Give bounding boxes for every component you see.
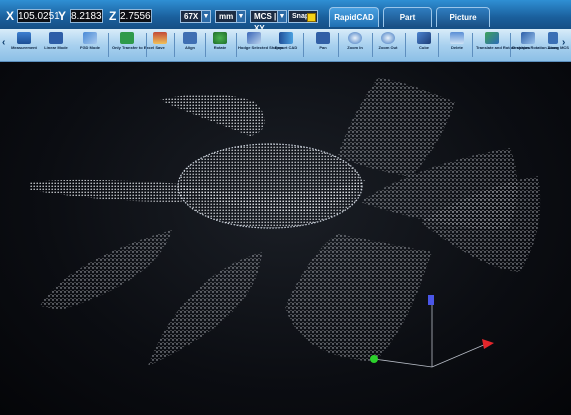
save-icon xyxy=(153,32,167,44)
shapes-icon xyxy=(247,32,261,44)
axis-x-line xyxy=(431,343,487,368)
export-cad-label: Export CAD xyxy=(274,45,298,50)
axis-y-line xyxy=(373,358,433,368)
z-coord-value[interactable]: 2.7556 xyxy=(119,9,152,23)
align-label: Align xyxy=(185,45,195,50)
graphics-rotation-icon xyxy=(521,32,535,44)
translate-rotate-shapes-label: Translate and Rotate shapes xyxy=(476,45,531,50)
ribbon-separator xyxy=(438,33,439,57)
cube-button[interactable]: Cube xyxy=(414,32,434,60)
y-coord-label: Y xyxy=(58,9,67,23)
ribbon-separator xyxy=(146,33,147,57)
pan-button[interactable]: Pan xyxy=(313,32,333,60)
fgd-mode-button[interactable]: FGD Mode xyxy=(77,32,103,60)
translate-rotate-shapes-button[interactable]: Translate and Rotate shapes xyxy=(476,32,531,60)
hodge-selected-shapes-label: Hodge Selected Shapes xyxy=(238,45,284,50)
x-coord-label: X xyxy=(6,9,15,23)
delete-label: Delete xyxy=(450,45,463,50)
measurement-button[interactable]: Measurement xyxy=(10,32,38,60)
rotate-icon xyxy=(213,32,227,44)
pan-label: Pan xyxy=(319,45,327,50)
units-dropdown-arrow-icon[interactable]: ▼ xyxy=(236,10,246,23)
zoom-in-label: Zoom In xyxy=(347,45,363,50)
tab-picture-viewer[interactable]: Picture Viewer xyxy=(436,7,490,42)
zoom-in-button[interactable]: Zoom In xyxy=(344,32,366,60)
ribbon-separator xyxy=(372,33,373,57)
snap-indicator-icon[interactable] xyxy=(307,13,316,22)
fgd-mode-icon xyxy=(83,32,97,44)
zoom-in-icon xyxy=(348,32,362,44)
point-cloud-canvas[interactable] xyxy=(0,62,571,415)
axis-y-handle[interactable] xyxy=(370,355,378,363)
save-label: Save xyxy=(155,45,165,50)
pan-icon xyxy=(316,32,330,44)
ribbon-separator xyxy=(510,33,511,57)
tab-rapidcad[interactable]: RapidCAD xyxy=(329,7,379,27)
zoom-select[interactable]: 67X xyxy=(180,10,202,23)
ribbon-separator xyxy=(472,33,473,57)
fan-blade xyxy=(40,230,172,310)
transfer-to-excel-button[interactable]: Only Transfer to Excel xyxy=(112,32,155,60)
ribbon-separator xyxy=(338,33,339,57)
translate-icon xyxy=(485,32,499,44)
plane-dropdown-arrow-icon[interactable]: ▼ xyxy=(277,10,287,23)
linear-mode-button[interactable]: Linear Mode xyxy=(43,32,69,60)
ribbon-separator xyxy=(108,33,109,57)
z-coord-label: Z xyxy=(109,9,117,23)
ribbon-separator xyxy=(174,33,175,57)
export-cad-button[interactable]: Export CAD xyxy=(274,32,298,60)
rotate-button[interactable]: Rotate xyxy=(210,32,230,60)
fan-blade xyxy=(285,234,432,362)
transfer-to-excel-label: Only Transfer to Excel xyxy=(112,45,155,50)
tab-part-program[interactable]: Part Program xyxy=(383,7,432,42)
ribbon-separator xyxy=(236,33,237,57)
fan-blade xyxy=(148,252,262,366)
rapidcad-window: X 105.0251 Y 8.2183 Z 2.7556 67X ▼ mm ▼ … xyxy=(0,0,571,415)
axis-z-handle[interactable] xyxy=(428,295,434,305)
export-icon xyxy=(279,32,293,44)
ribbon-separator xyxy=(205,33,206,57)
ribbon-scroll-right-icon[interactable]: › xyxy=(562,36,569,50)
ribbon-scroll-left-icon[interactable]: ‹ xyxy=(2,36,9,50)
coordinate-toolbar: X 105.0251 Y 8.2183 Z 2.7556 67X ▼ mm ▼ … xyxy=(0,0,571,42)
cube-label: Cube xyxy=(419,45,429,50)
graphics-viewport[interactable] xyxy=(0,62,571,415)
measurement-label: Measurement xyxy=(11,45,37,50)
align-button[interactable]: Align xyxy=(180,32,200,60)
align-icon xyxy=(183,32,197,44)
zoom-button[interactable]: Zoom xyxy=(546,32,560,60)
linear-mode-icon xyxy=(49,32,63,44)
save-button[interactable]: Save xyxy=(150,32,170,60)
zoom-icon xyxy=(548,32,558,44)
delete-button[interactable]: Delete xyxy=(446,32,468,60)
zoom-dropdown-arrow-icon[interactable]: ▼ xyxy=(201,10,211,23)
zoom-out-button[interactable]: Zoom Out xyxy=(376,32,400,60)
delete-icon xyxy=(450,32,464,44)
zoom-out-label: Zoom Out xyxy=(378,45,398,50)
axis-x-arrow-icon[interactable] xyxy=(482,339,494,349)
plane-select[interactable]: MCS | XY xyxy=(250,10,278,33)
fan-blade xyxy=(160,94,266,136)
fan-blade xyxy=(338,78,455,177)
hodge-selected-shapes-button[interactable]: Hodge Selected Shapes xyxy=(238,32,284,60)
graphics-rotation-button[interactable]: Graphics Rotation Along MCS xyxy=(512,32,569,60)
ribbon-separator xyxy=(303,33,304,57)
linear-mode-label: Linear Mode xyxy=(44,45,68,50)
ribbon-toolbar: ‹ Measurement Linear Mode FGD Mode Only … xyxy=(0,29,571,62)
fan-blade xyxy=(30,179,192,202)
ruler-icon xyxy=(17,32,31,44)
zoom-out-icon xyxy=(381,32,395,44)
zoom-label: Zoom xyxy=(547,45,559,50)
cube-icon xyxy=(417,32,431,44)
units-select[interactable]: mm xyxy=(215,10,237,23)
x-coord-value[interactable]: 105.0251 xyxy=(17,9,60,23)
rotate-label: Rotate xyxy=(213,45,227,50)
graphics-rotation-label: Graphics Rotation Along MCS xyxy=(512,45,569,50)
y-coord-value[interactable]: 8.2183 xyxy=(70,9,103,23)
excel-icon xyxy=(120,32,134,44)
fgd-mode-label: FGD Mode xyxy=(80,45,100,50)
ribbon-separator xyxy=(405,33,406,57)
